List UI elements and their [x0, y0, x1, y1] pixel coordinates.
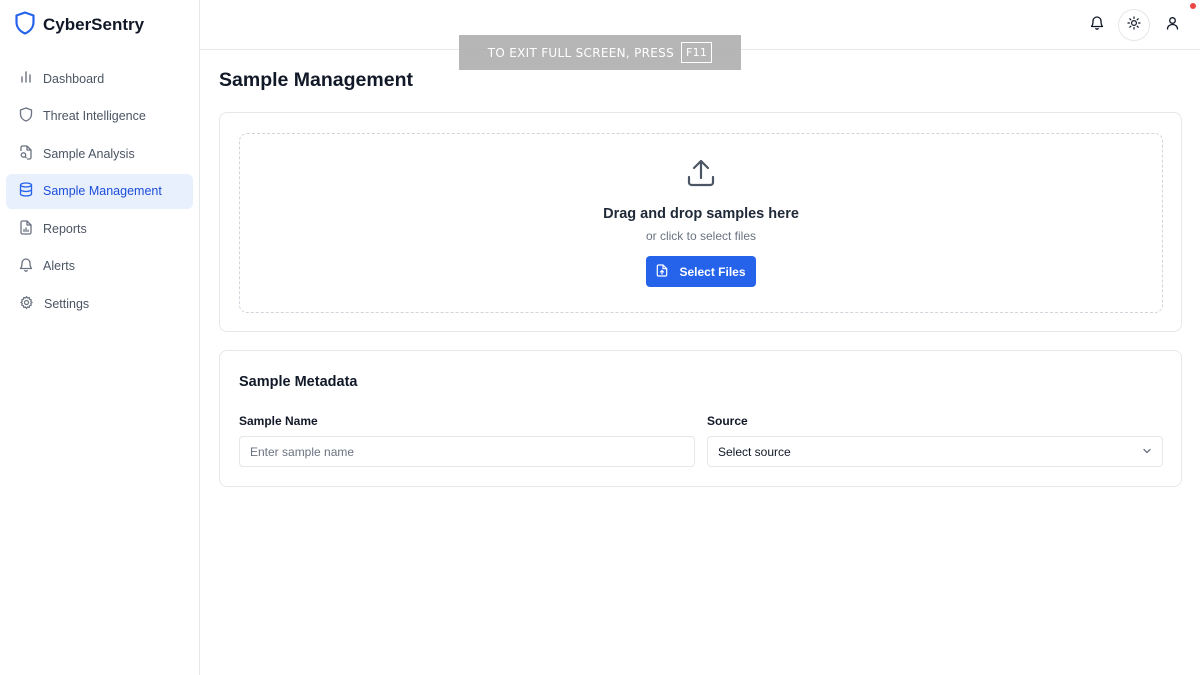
brand[interactable]: CyberSentry	[15, 10, 145, 40]
sidebar-item-label: Alerts	[43, 259, 75, 273]
file-upload-icon	[656, 263, 668, 280]
sidebar-item-label: Settings	[44, 296, 90, 311]
source-select-value: Select source	[718, 444, 791, 459]
user-menu-button[interactable]	[1156, 9, 1188, 41]
select-files-button[interactable]: Select Files	[646, 256, 756, 287]
dropzone-title: Drag and drop samples here	[603, 206, 799, 222]
dropzone-subtitle: or click to select files	[645, 229, 757, 243]
sidebar-item-settings[interactable]: Settings	[6, 286, 193, 321]
sidebar-item-alerts[interactable]: Alerts	[6, 249, 193, 284]
sidebar-nav: Dashboard Threat Intelligence Sample Ana…	[6, 61, 193, 324]
bell-icon	[19, 257, 33, 275]
user-icon	[1166, 16, 1179, 35]
sample-metadata-card: Sample Metadata Sample Name Source Selec…	[219, 350, 1182, 487]
file-search-icon	[19, 144, 33, 163]
sample-dropzone[interactable]: Drag and drop samples here or click to s…	[239, 133, 1163, 313]
bell-icon	[1090, 15, 1104, 35]
database-icon	[19, 182, 33, 200]
page-title: Sample Management	[219, 69, 413, 91]
sidebar-item-label: Sample Management	[43, 184, 162, 198]
select-files-label: Select Files	[679, 264, 746, 279]
notification-dot	[1190, 3, 1196, 9]
theme-toggle-button[interactable]	[1118, 9, 1150, 41]
upload-card: Drag and drop samples here or click to s…	[219, 112, 1182, 332]
notifications-button[interactable]	[1081, 9, 1113, 41]
sidebar-item-reports[interactable]: Reports	[6, 211, 193, 246]
gear-icon	[19, 295, 34, 313]
upload-icon	[686, 158, 716, 193]
fullscreen-notice-text: TO EXIT FULL SCREEN, PRESS	[487, 45, 674, 60]
sidebar-item-dashboard[interactable]: Dashboard	[6, 61, 193, 96]
source-select[interactable]: Select source	[707, 436, 1163, 467]
sun-icon	[1127, 15, 1141, 35]
sample-name-label: Sample Name	[239, 414, 318, 428]
source-label: Source	[707, 414, 748, 428]
sidebar-item-label: Threat Intelligence	[43, 109, 146, 123]
fullscreen-exit-notice: TO EXIT FULL SCREEN, PRESS F11	[459, 35, 741, 70]
sidebar: CyberSentry Dashboard Threat Intelligenc…	[0, 0, 200, 675]
chevron-down-icon	[1142, 445, 1152, 459]
shield-icon	[19, 107, 33, 125]
brand-name: CyberSentry	[43, 15, 145, 34]
file-chart-icon	[19, 219, 33, 238]
metadata-title: Sample Metadata	[239, 374, 358, 390]
sidebar-item-threat-intelligence[interactable]: Threat Intelligence	[6, 99, 193, 134]
sidebar-item-label: Dashboard	[43, 71, 105, 86]
sample-name-input[interactable]	[239, 436, 695, 467]
sidebar-item-label: Sample Analysis	[43, 146, 135, 161]
bar-chart-icon	[19, 70, 33, 87]
sidebar-item-sample-management[interactable]: Sample Management	[6, 173, 193, 209]
fullscreen-notice-key: F11	[681, 42, 713, 63]
shield-logo-icon	[15, 10, 35, 40]
sidebar-item-label: Reports	[43, 221, 87, 236]
sidebar-item-sample-analysis[interactable]: Sample Analysis	[6, 136, 193, 171]
